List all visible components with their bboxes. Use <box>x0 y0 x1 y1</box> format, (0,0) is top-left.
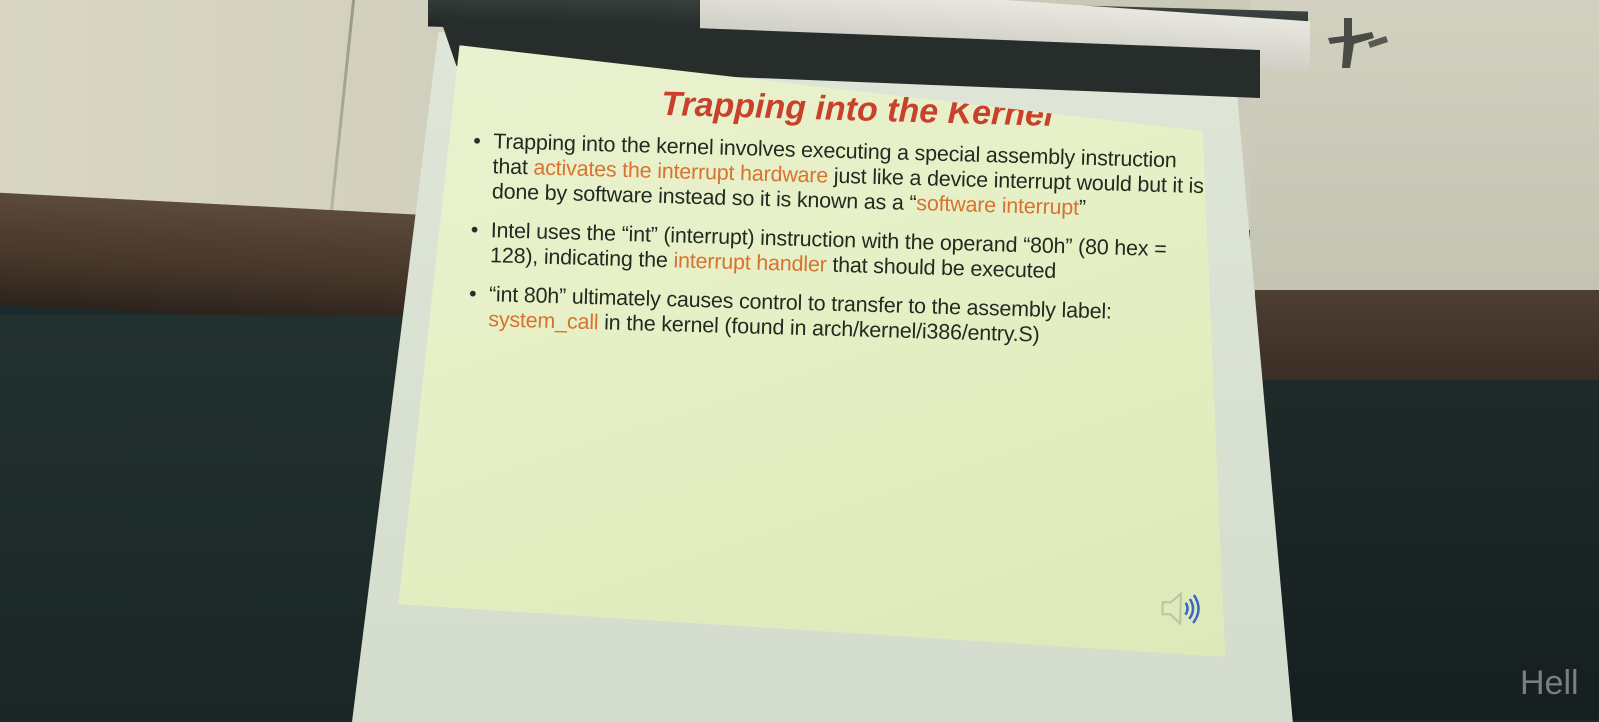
chalkboard-writing: Hell <box>1520 664 1579 702</box>
bullet-text: that should be executed <box>826 252 1057 284</box>
slide-bullet-list: Trapping into the kernel involves execut… <box>466 129 1211 353</box>
slide-bullet: Intel uses the “int” (interrupt) instruc… <box>468 218 1209 289</box>
highlighted-text: interrupt handler <box>673 248 827 277</box>
bullet-text: ” <box>1078 195 1087 220</box>
projected-slide: Trapping into the Kernel Trapping into t… <box>398 44 1242 657</box>
chalkboard-frame-left <box>0 192 430 328</box>
highlighted-text: software interrupt <box>916 191 1080 220</box>
slide-bullet: “int 80h” ultimately causes control to t… <box>466 282 1207 353</box>
chalkboard-left <box>0 315 420 720</box>
slide-bullet: Trapping into the kernel involves execut… <box>470 129 1212 225</box>
projector-mount-icon <box>1328 18 1388 68</box>
slide-content: Trapping into the Kernel Trapping into t… <box>466 80 1213 367</box>
speaker-icon[interactable] <box>1158 585 1205 632</box>
highlighted-text: system_call <box>488 307 599 335</box>
chalkboard-frame-right <box>1255 290 1599 385</box>
